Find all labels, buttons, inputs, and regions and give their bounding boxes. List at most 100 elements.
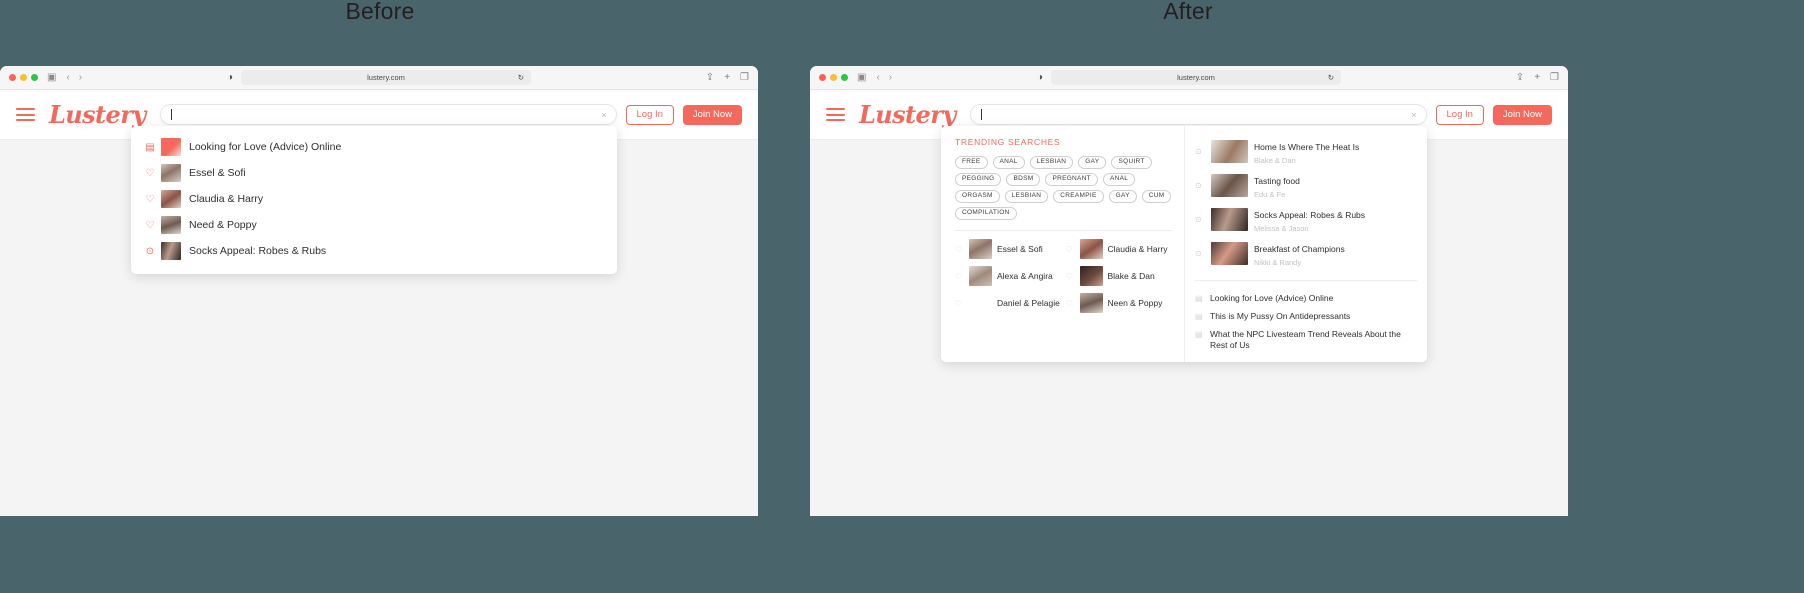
article-icon: ▤ — [145, 141, 155, 153]
new-tab-icon[interactable]: + — [724, 72, 730, 83]
minimize-icon[interactable] — [20, 74, 27, 81]
suggestion-row[interactable]: ▤ Looking for Love (Advice) Online — [131, 134, 617, 160]
couple-name: Essel & Sofi — [997, 243, 1043, 254]
traffic-lights[interactable] — [9, 74, 38, 81]
couple-heart-icon: ♡ — [1065, 298, 1073, 308]
join-now-button[interactable]: Join Now — [1492, 104, 1552, 125]
trending-tag[interactable]: PREGNANT — [1045, 173, 1098, 186]
trending-tag[interactable]: GAY — [1108, 190, 1137, 203]
login-button[interactable]: Log In — [1435, 104, 1484, 125]
video-play-icon: ⊙ — [1195, 214, 1202, 224]
couple-item[interactable]: ♡ Blake & Dan — [1066, 266, 1173, 286]
article-icon: ▤ — [1195, 311, 1203, 321]
join-now-button[interactable]: Join Now — [682, 104, 742, 125]
login-button[interactable]: Log In — [625, 104, 674, 125]
thumb-video-3 — [1211, 173, 1248, 197]
traffic-lights[interactable] — [819, 74, 848, 81]
couple-item[interactable]: ♡ Claudia & Harry — [1066, 239, 1173, 259]
trending-tag[interactable]: CUM — [1141, 190, 1172, 203]
video-result-item[interactable]: ⊙ Home Is Where The Heat Is Blake & Dan — [1195, 134, 1417, 168]
address-bar-area: ◑ lustery.com ↻ — [1037, 70, 1342, 85]
video-creators: Nikki & Randy — [1254, 258, 1302, 267]
trending-tag[interactable]: BDSM — [1006, 173, 1041, 186]
thumb-article-red — [161, 138, 181, 156]
maximize-icon[interactable] — [841, 74, 848, 81]
article-result-item[interactable]: ▤ Looking for Love (Advice) Online — [1195, 289, 1417, 307]
clear-search-icon[interactable]: × — [1411, 110, 1416, 120]
new-tab-icon[interactable]: + — [1534, 72, 1540, 83]
clear-search-icon[interactable]: × — [601, 110, 606, 120]
video-result-item[interactable]: ⊙ Breakfast of Champions Nikki & Randy — [1195, 236, 1417, 270]
search-input[interactable]: × — [159, 104, 617, 125]
couple-name: Alexa & Angira — [997, 270, 1053, 281]
trending-tag[interactable]: COMPILATION — [955, 207, 1017, 220]
reload-icon[interactable]: ↻ — [1328, 73, 1334, 82]
couple-heart-icon: ♡ — [1065, 271, 1073, 281]
couple-item[interactable]: ♡ Alexa & Angira — [955, 266, 1062, 286]
privacy-shield-icon[interactable]: ◑ — [227, 72, 233, 83]
back-arrow-icon[interactable]: ‹ — [66, 72, 69, 83]
video-result-item[interactable]: ⊙ Socks Appeal: Robes & Rubs Melissa & Jas… — [1195, 202, 1417, 236]
browser-chrome: ▣ ‹ › ◑ lustery.com ↻ ⇪ + ❐ — [810, 66, 1568, 90]
suggestion-row[interactable]: ⊙ Socks Appeal: Robes & Rubs — [131, 238, 617, 264]
suggestion-row[interactable]: ♡ Need & Poppy — [131, 212, 617, 238]
address-bar[interactable]: lustery.com ↻ — [241, 70, 532, 85]
couple-item[interactable]: ♡ Daniel & Pelagie — [955, 293, 1062, 313]
site-logo[interactable]: Lustery — [859, 100, 956, 129]
trending-tag[interactable]: LESBIAN — [1029, 156, 1074, 169]
address-bar[interactable]: lustery.com ↻ — [1051, 70, 1342, 85]
video-result-item[interactable]: ⊙ Tasting food Edu & Fe — [1195, 168, 1417, 202]
suggestion-row[interactable]: ♡ Essel & Sofi — [131, 160, 617, 186]
thumb-couple-6 — [969, 293, 992, 313]
search-input[interactable]: × — [969, 104, 1427, 125]
article-result-item[interactable]: ▤ What the NPC Livesteam Trend Reveals Ab… — [1195, 325, 1417, 354]
couple-name: Blake & Dan — [1107, 270, 1155, 281]
video-play-icon: ⊙ — [1195, 146, 1202, 156]
browser-chrome: ▣ ‹ › ◑ lustery.com ↻ ⇪ + ❐ — [0, 66, 758, 90]
trending-tag[interactable]: GAY — [1078, 156, 1107, 169]
suggestion-row[interactable]: ♡ Claudia & Harry — [131, 186, 617, 212]
article-results-list: ▤ Looking for Love (Advice) Online ▤ This i… — [1195, 289, 1417, 354]
minimize-icon[interactable] — [830, 74, 837, 81]
trending-tag[interactable]: LESBIAN — [1004, 190, 1049, 203]
couple-item[interactable]: ♡ Essel & Sofi — [955, 239, 1062, 259]
trending-tag-list: FREE ANAL LESBIAN GAY SQUIRT PEGGING BDSM PREGN… — [955, 156, 1172, 220]
trending-tag[interactable]: CREAMPIE — [1053, 190, 1104, 203]
close-icon[interactable] — [9, 74, 16, 81]
forward-arrow-icon[interactable]: › — [889, 72, 892, 83]
couple-heart-icon: ♡ — [955, 244, 963, 254]
trending-tag[interactable]: PEGGING — [955, 173, 1002, 186]
video-creators: Edu & Fe — [1254, 190, 1286, 199]
comparison-stage: Before After ▣ ‹ › ◑ lustery.com ↻ ⇪ + ❐… — [0, 0, 1804, 593]
sidebar-icon[interactable]: ▣ — [47, 72, 56, 83]
trending-tag[interactable]: FREE — [955, 156, 988, 169]
share-icon[interactable]: ⇪ — [1516, 72, 1524, 83]
forward-arrow-icon[interactable]: › — [79, 72, 82, 83]
video-play-icon: ⊙ — [1195, 248, 1202, 258]
couple-item[interactable]: ♡ Neen & Poppy — [1066, 293, 1173, 313]
trending-tag[interactable]: ANAL — [1102, 173, 1136, 186]
trending-tag[interactable]: ORGASM — [955, 190, 1000, 203]
share-icon[interactable]: ⇪ — [706, 72, 714, 83]
back-arrow-icon[interactable]: ‹ — [876, 72, 879, 83]
article-result-item[interactable]: ▤ This is My Pussy On Antidepressants — [1195, 307, 1417, 325]
tab-overview-icon[interactable]: ❐ — [1550, 72, 1559, 83]
hamburger-menu-icon[interactable] — [16, 108, 35, 121]
hamburger-menu-icon[interactable] — [826, 108, 845, 121]
text-caret — [980, 109, 982, 120]
text-caret — [170, 109, 172, 120]
couple-name: Neen & Poppy — [1107, 297, 1163, 308]
search-suggestions-before: ▤ Looking for Love (Advice) Online ♡ Essel … — [131, 126, 617, 274]
tab-overview-icon[interactable]: ❐ — [740, 72, 749, 83]
thumb-video-1 — [161, 242, 181, 260]
trending-tag[interactable]: ANAL — [992, 156, 1025, 169]
maximize-icon[interactable] — [31, 74, 38, 81]
suggestion-label: Claudia & Harry — [189, 193, 264, 205]
reload-icon[interactable]: ↻ — [518, 73, 524, 82]
trending-tag[interactable]: SQUIRT — [1111, 156, 1152, 169]
thumb-couple-3 — [161, 216, 181, 234]
close-icon[interactable] — [819, 74, 826, 81]
sidebar-icon[interactable]: ▣ — [857, 72, 866, 83]
site-logo[interactable]: Lustery — [49, 100, 146, 129]
privacy-shield-icon[interactable]: ◑ — [1037, 72, 1043, 83]
